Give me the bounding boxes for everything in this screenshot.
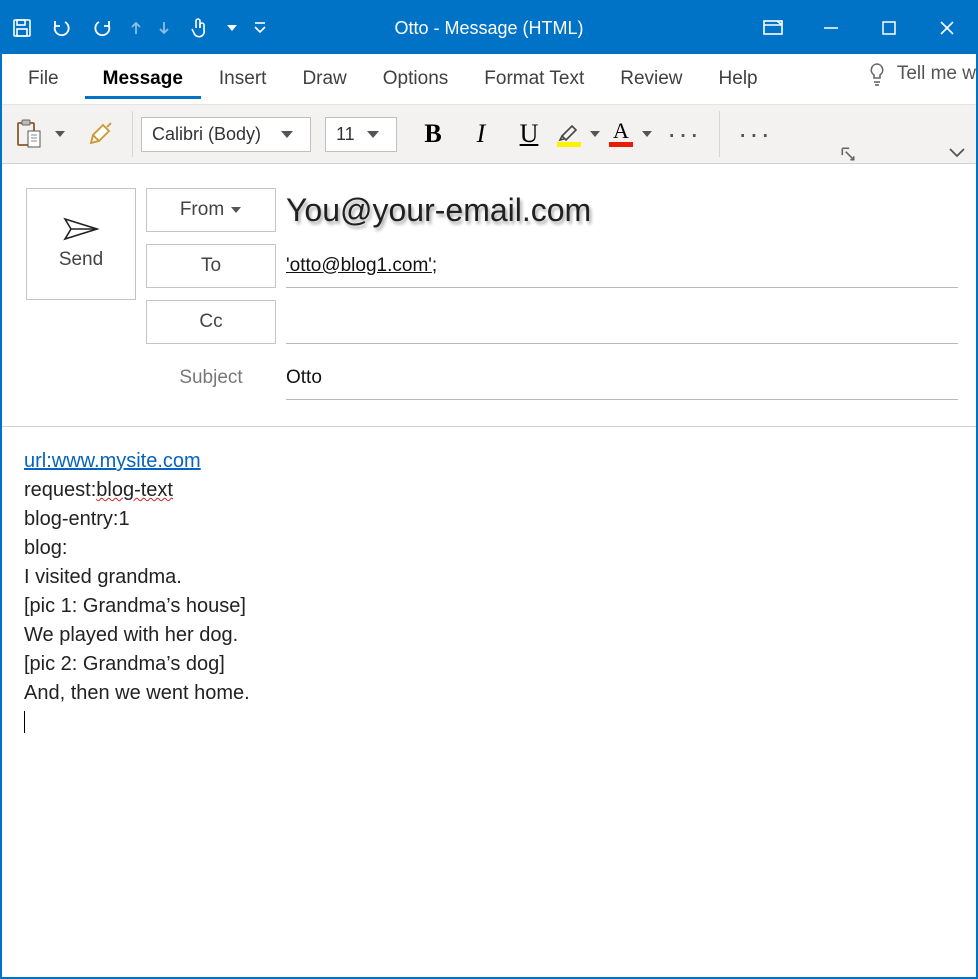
subject-label: Subject [146,356,276,400]
ribbon-tabs: File Message Insert Draw Options Format … [2,54,976,104]
cc-field[interactable] [286,300,958,344]
send-label: Send [59,249,103,271]
text-cursor [24,711,25,733]
font-name-select[interactable]: Calibri (Body) [141,117,311,152]
send-button[interactable]: Send [26,188,136,300]
format-painter-button[interactable] [82,113,124,155]
tell-me-search[interactable]: Tell me w [855,62,976,86]
highlight-color-swatch [557,142,581,147]
to-suffix: ; [432,255,437,277]
maximize-button[interactable] [860,2,918,54]
save-button[interactable] [2,2,42,54]
body-line-2b: blog-text [96,479,173,501]
tab-format-text[interactable]: Format Text [466,62,602,96]
prev-item-button[interactable] [122,2,150,54]
separator [719,111,720,157]
tab-draw[interactable]: Draw [284,62,364,96]
highlighter-icon [558,121,580,141]
tab-options[interactable]: Options [365,62,466,96]
font-name-value: Calibri (Body) [152,124,261,145]
body-link[interactable]: url:www.mysite.com [24,450,201,472]
qat-customize-button[interactable] [246,2,274,54]
touch-mode-button[interactable] [178,2,218,54]
from-button[interactable]: From [146,188,276,232]
font-color-button[interactable]: A [605,112,657,156]
highlight-color-button[interactable] [553,112,605,156]
window-controls [744,2,976,54]
separator [132,111,133,157]
body-line-8: [pic 2: Grandma’s dog] [24,650,954,679]
ribbon-toolbar: Calibri (Body) 11 B I U A [2,104,976,164]
italic-button[interactable]: I [457,112,505,156]
font-size-select[interactable]: 11 [325,117,397,152]
body-line-5: I visited grandma. [24,563,954,592]
redo-button[interactable] [82,2,122,54]
body-line-3: blog-entry:1 [24,505,954,534]
cc-button[interactable]: Cc [146,300,276,344]
paste-dropdown[interactable] [50,130,70,138]
from-value: You@your-email.com [286,188,591,232]
to-field[interactable]: 'otto@blog1.com'; [286,244,958,288]
highlight-color-dropdown[interactable] [585,130,605,138]
more-formatting-button[interactable]: ··· [657,118,711,150]
body-line-2a: request: [24,479,96,501]
tab-file[interactable]: File [2,62,85,96]
message-body[interactable]: url:www.mysite.com request:blog-text blo… [2,427,976,757]
touch-mode-dropdown[interactable] [218,2,246,54]
body-line-6: [pic 1: Grandma’s house] [24,592,954,621]
underline-button[interactable]: U [505,112,553,156]
message-header: Send From You@your-email.com To 'otto@bl… [2,164,976,427]
tab-insert[interactable]: Insert [201,62,285,96]
send-icon [63,217,99,241]
body-line-9: And, then we went home. [24,679,954,708]
bold-button[interactable]: B [409,112,457,156]
tab-message[interactable]: Message [85,62,201,99]
to-recipient[interactable]: 'otto@blog1.com' [286,255,432,277]
chevron-down-icon [281,129,293,139]
to-label: To [201,255,221,277]
font-color-swatch [609,142,633,147]
close-button[interactable] [918,2,976,54]
paste-button[interactable] [8,113,50,155]
next-item-button[interactable] [150,2,178,54]
more-commands-button[interactable]: ··· [728,118,782,150]
cc-label: Cc [199,311,222,333]
body-line-7: We played with her dog. [24,621,954,650]
font-color-letter: A [613,121,629,141]
dialog-launcher-icon[interactable] [840,146,856,162]
subject-field[interactable]: Otto [286,356,958,400]
title-bar: Otto - Message (HTML) [2,2,976,54]
font-size-value: 11 [336,124,355,145]
from-label: From [180,199,224,221]
lightbulb-icon [867,62,887,86]
tab-help[interactable]: Help [701,62,776,96]
minimize-button[interactable] [802,2,860,54]
font-color-dropdown[interactable] [637,130,657,138]
chevron-down-icon [367,129,379,139]
subject-value: Otto [286,367,322,389]
undo-button[interactable] [42,2,82,54]
tab-review[interactable]: Review [602,62,700,96]
tell-me-placeholder: Tell me w [897,63,976,85]
ribbon-display-options-button[interactable] [744,2,802,54]
to-button[interactable]: To [146,244,276,288]
chevron-down-icon [230,205,242,215]
quick-access-toolbar [2,2,274,54]
body-line-4: blog: [24,534,954,563]
collapse-ribbon-button[interactable] [948,145,966,159]
